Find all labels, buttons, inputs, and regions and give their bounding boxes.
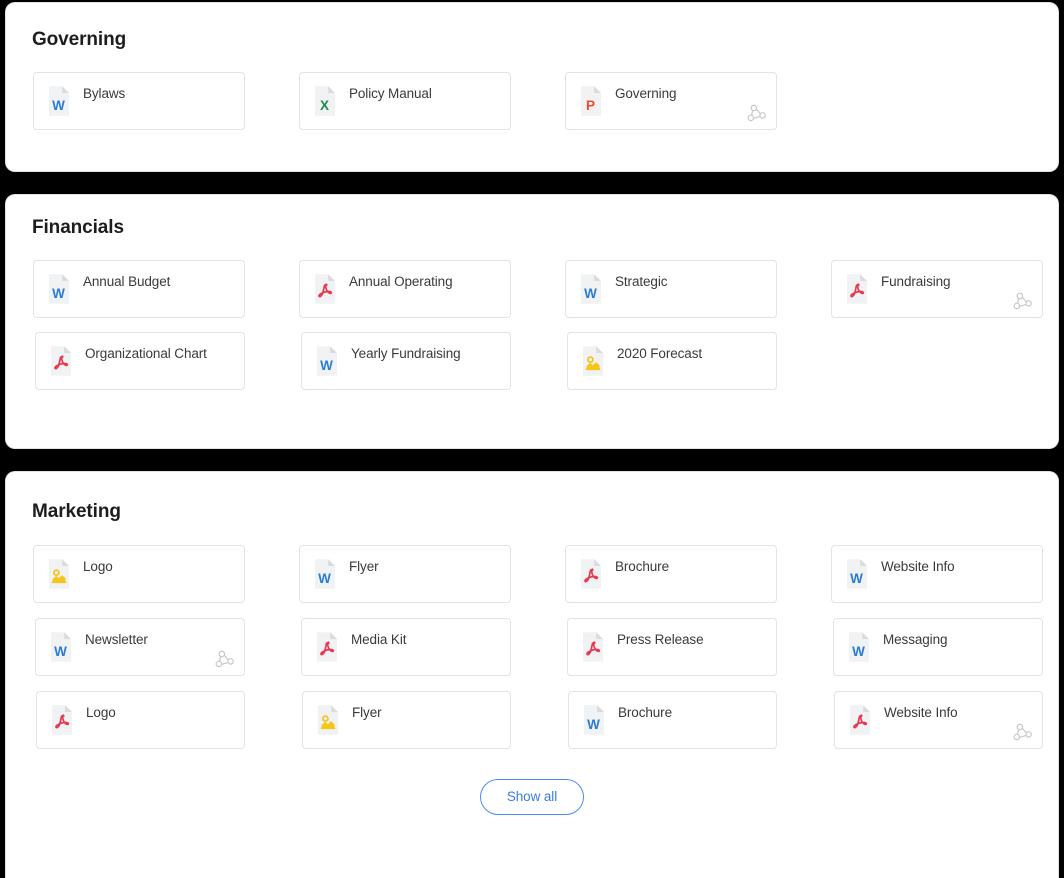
file-card[interactable]: W Yearly Fundraising: [301, 332, 511, 390]
section-title-marketing: Marketing: [6, 472, 1058, 523]
file-grid-governing: W Bylaws X Policy Manual P Governing: [6, 72, 1058, 130]
file-grid-financials: W Annual Budget Annual Operating W Strategic…: [6, 260, 1058, 390]
powerpoint-file-icon: P: [578, 85, 604, 117]
svg-text:W: W: [320, 358, 333, 373]
file-card[interactable]: Flyer: [302, 691, 511, 749]
pdf-file-icon: [49, 704, 75, 736]
section-governing: Governing W Bylaws X Policy Manual P Governin…: [6, 3, 1058, 171]
word-file-icon: W: [581, 704, 607, 736]
file-grid-marketing: Logo W Flyer Brochure W Website Info W Newslett…: [6, 545, 1058, 749]
file-name-label: Governing: [615, 86, 676, 101]
svg-text:P: P: [586, 98, 595, 113]
file-name-label: Organizational Chart: [85, 346, 207, 361]
file-card[interactable]: X Policy Manual: [299, 72, 511, 130]
file-name-label: Messaging: [883, 632, 947, 647]
svg-text:W: W: [54, 644, 67, 659]
svg-text:W: W: [52, 286, 65, 301]
file-card[interactable]: Press Release: [567, 618, 777, 676]
file-card[interactable]: 2020 Forecast: [567, 332, 777, 390]
section-marketing: Marketing Logo W Flyer Brochure W Website Inf…: [6, 472, 1058, 878]
file-card[interactable]: W Website Info: [831, 545, 1043, 603]
file-card[interactable]: W Brochure: [568, 691, 777, 749]
file-card[interactable]: Organizational Chart: [35, 332, 245, 390]
file-name-label: Website Info: [881, 559, 955, 574]
svg-text:W: W: [587, 717, 600, 732]
file-card[interactable]: W Messaging: [833, 618, 1043, 676]
file-name-label: Brochure: [615, 559, 669, 574]
file-name-label: Annual Budget: [83, 274, 170, 289]
pdf-file-icon: [580, 631, 606, 663]
word-file-icon: W: [314, 345, 340, 377]
word-file-icon: W: [846, 631, 872, 663]
show-all-container: Show all: [6, 779, 1058, 815]
file-card[interactable]: P Governing: [565, 72, 777, 130]
file-name-label: Media Kit: [351, 632, 406, 647]
file-name-label: Strategic: [615, 274, 667, 289]
word-file-icon: W: [312, 558, 338, 590]
pdf-file-icon: [578, 558, 604, 590]
svg-text:W: W: [852, 644, 865, 659]
file-card[interactable]: W Annual Budget: [33, 260, 245, 318]
word-file-icon: W: [844, 558, 870, 590]
document-library-page: Governing W Bylaws X Policy Manual P Governin…: [0, 0, 1064, 878]
file-name-label: Bylaws: [83, 86, 125, 101]
image-file-icon: [580, 345, 606, 377]
pdf-file-icon: [314, 631, 340, 663]
word-file-icon: W: [46, 273, 72, 305]
file-card[interactable]: Logo: [36, 691, 245, 749]
section-title-financials: Financials: [6, 195, 1058, 239]
file-card[interactable]: Brochure: [565, 545, 777, 603]
file-name-label: Yearly Fundraising: [351, 346, 461, 361]
file-card[interactable]: Media Kit: [301, 618, 511, 676]
file-name-label: Fundraising: [881, 274, 950, 289]
pdf-file-icon: [847, 704, 873, 736]
file-name-label: Policy Manual: [349, 86, 432, 101]
file-name-label: Logo: [83, 559, 113, 574]
file-name-label: Flyer: [349, 559, 379, 574]
file-card[interactable]: W Strategic: [565, 260, 777, 318]
section-financials: Financials W Annual Budget Annual Operatin…: [6, 195, 1058, 448]
file-name-label: Website Info: [884, 705, 958, 720]
svg-text:W: W: [52, 98, 65, 113]
svg-text:W: W: [850, 571, 863, 586]
image-file-icon: [315, 704, 341, 736]
file-name-label: Flyer: [352, 705, 382, 720]
pdf-file-icon: [844, 273, 870, 305]
file-card[interactable]: Annual Operating: [299, 260, 511, 318]
file-card[interactable]: Fundraising: [831, 260, 1043, 318]
section-title-governing: Governing: [6, 3, 1058, 51]
file-name-label: 2020 Forecast: [617, 346, 702, 361]
file-card[interactable]: W Flyer: [299, 545, 511, 603]
svg-text:W: W: [318, 571, 331, 586]
file-name-label: Annual Operating: [349, 274, 452, 289]
pdf-file-icon: [312, 273, 338, 305]
show-all-button[interactable]: Show all: [480, 779, 584, 815]
image-file-icon: [46, 558, 72, 590]
svg-text:W: W: [584, 286, 597, 301]
pdf-file-icon: [48, 345, 74, 377]
file-card[interactable]: W Bylaws: [33, 72, 245, 130]
file-name-label: Newsletter: [85, 632, 148, 647]
file-name-label: Logo: [86, 705, 116, 720]
file-card[interactable]: Website Info: [834, 691, 1043, 749]
file-name-label: Brochure: [618, 705, 672, 720]
file-card[interactable]: Logo: [33, 545, 245, 603]
file-name-label: Press Release: [617, 632, 704, 647]
word-file-icon: W: [578, 273, 604, 305]
word-file-icon: W: [46, 85, 72, 117]
word-file-icon: W: [48, 631, 74, 663]
excel-file-icon: X: [312, 85, 338, 117]
svg-text:X: X: [320, 98, 329, 113]
file-card[interactable]: W Newsletter: [35, 618, 245, 676]
